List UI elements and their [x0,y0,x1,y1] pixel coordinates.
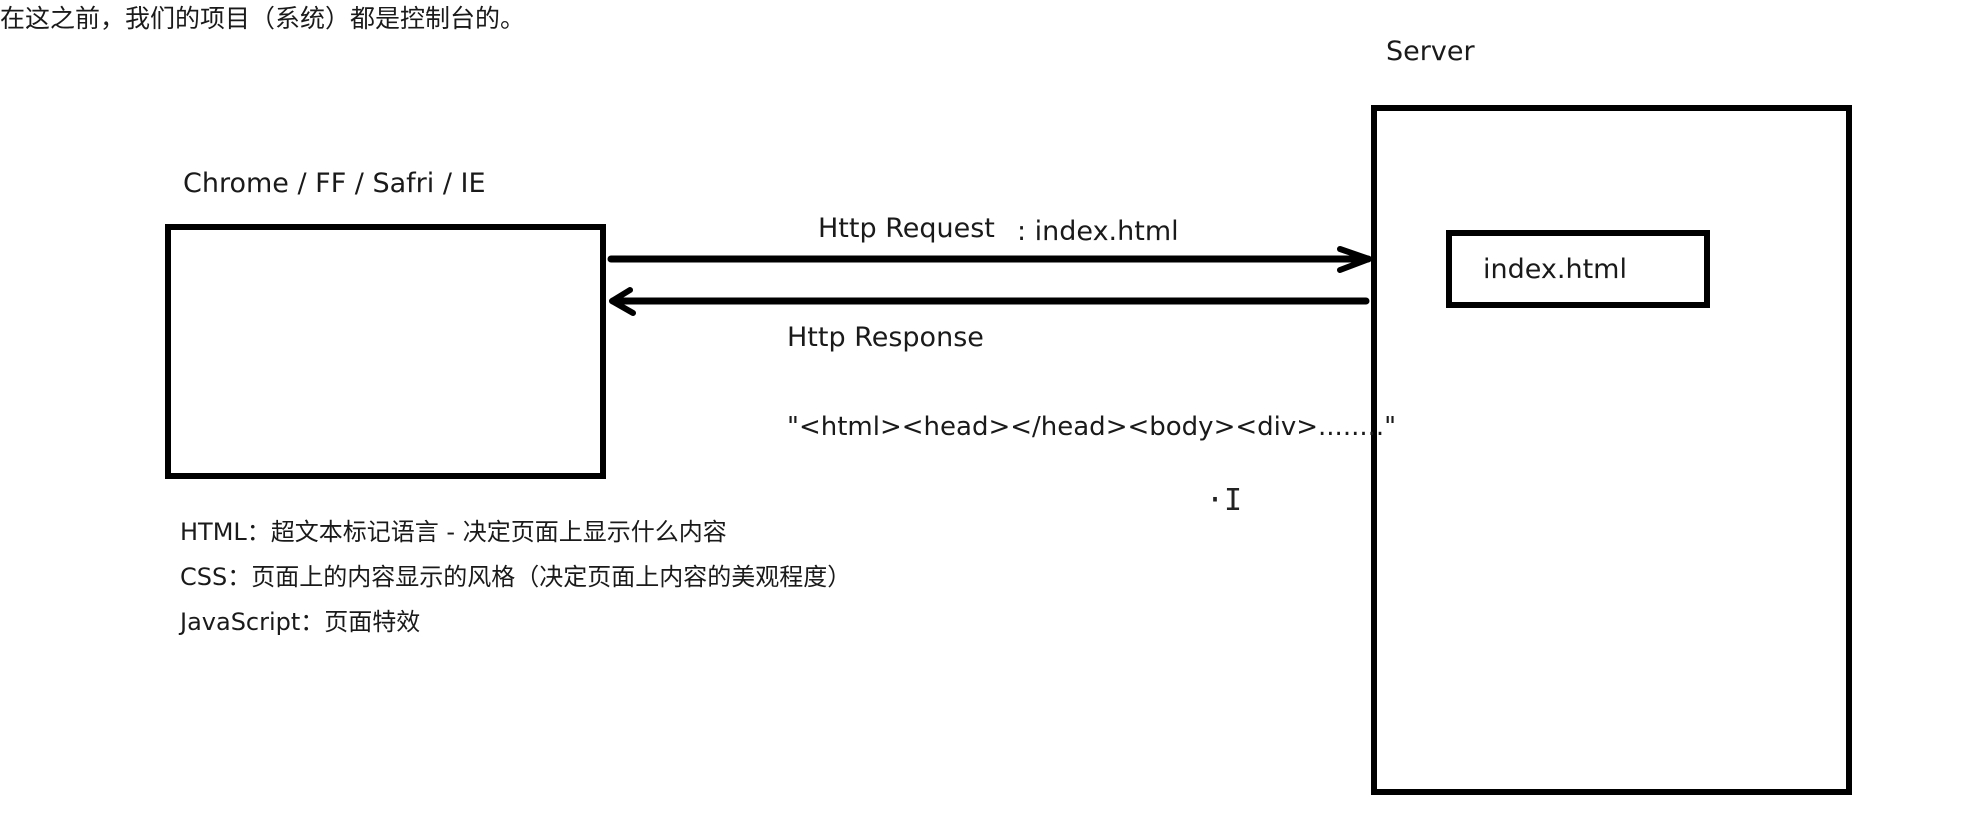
definition-javascript: JavaScript：页面特效 [180,608,421,636]
response-body-text: "<html><head></head><body><div>........" [787,412,1397,442]
request-target-label: : index.html [1017,216,1179,247]
response-label: Http Response [787,322,984,353]
definition-html: HTML：超文本标记语言 - 决定页面上显示什么内容 [180,518,727,546]
request-label: Http Request [818,213,995,244]
text-cursor-icon: ·I [1206,483,1243,518]
response-arrow [609,287,1370,316]
request-arrow [607,246,1372,273]
definition-css: CSS：页面上的内容显示的风格（决定页面上内容的美观程度） [180,563,852,591]
